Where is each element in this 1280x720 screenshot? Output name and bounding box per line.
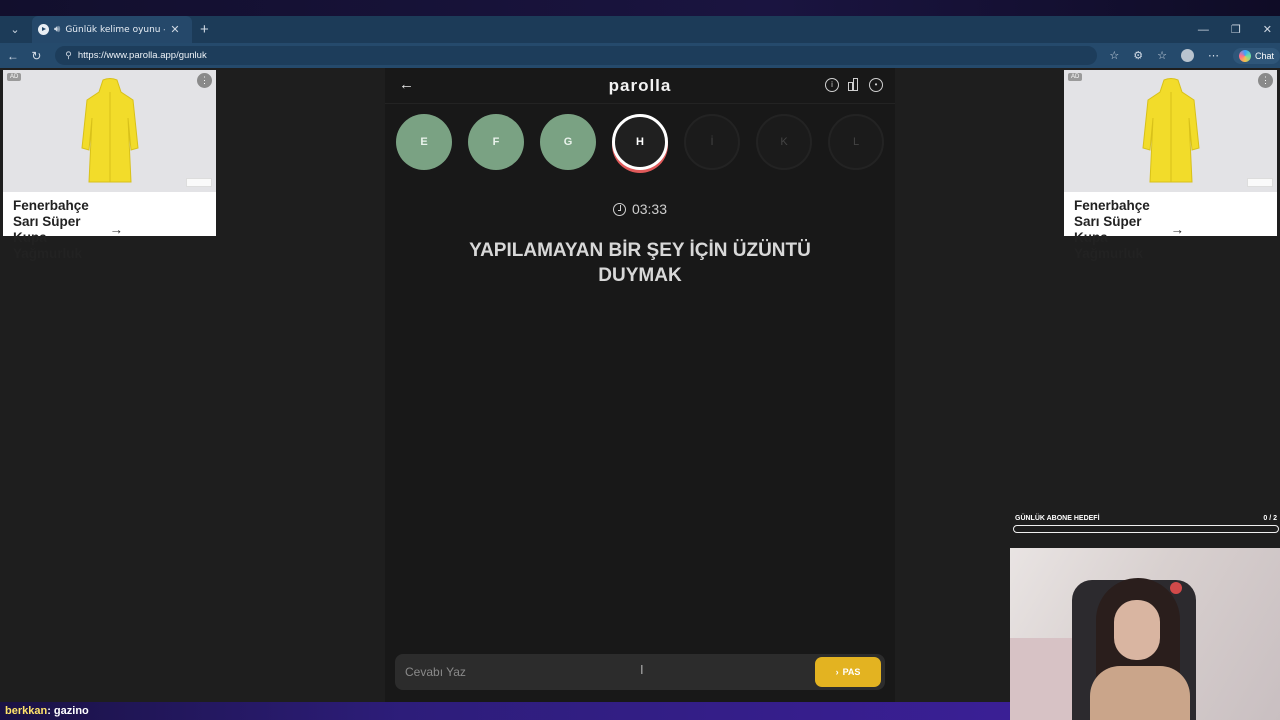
- pass-button-label: PAS: [842, 667, 861, 677]
- raincoat-image: [81, 78, 139, 183]
- pass-button[interactable]: › PAS: [815, 657, 881, 687]
- webcam-feed: [1010, 548, 1280, 720]
- letter-circle: H: [612, 114, 668, 170]
- ad-image: AD ⋮: [1064, 70, 1277, 192]
- game-header: ← parolla i •: [385, 68, 895, 104]
- ad-right[interactable]: AD ⋮ Fenerbahçe Sarı Süper Kupa Yağmurlu…: [1064, 70, 1277, 261]
- url-text: https://www.parolla.app/gunluk: [77, 50, 207, 61]
- minimize-icon[interactable]: —: [1198, 24, 1209, 36]
- copilot-chat-button[interactable]: Chat: [1232, 47, 1280, 64]
- tab-close-icon[interactable]: ✕: [170, 23, 179, 36]
- arrow-right-icon[interactable]: →: [1171, 222, 1268, 238]
- chat-username: berkkan: [5, 705, 48, 717]
- stream-top-strip: [0, 0, 1280, 16]
- ad-caption[interactable]: Fenerbahçe Sarı Süper Kupa Yağmurluk →: [1064, 192, 1277, 268]
- timer-value: 03:33: [631, 201, 668, 217]
- ad-badge: AD: [1068, 73, 1083, 81]
- favorite-star-icon[interactable]: ☆: [1109, 49, 1119, 62]
- ad-image: AD ⋮: [3, 70, 216, 192]
- goal-label: GÜNLÜK ABONE HEDEFİ: [1015, 515, 1100, 522]
- letter-circle: G: [540, 114, 596, 170]
- arrow-right-icon[interactable]: →: [110, 222, 207, 238]
- text-cursor-icon: I: [640, 662, 644, 677]
- ad-left[interactable]: AD ⋮ Fenerbahçe Sarı Süper Kupa Yağmurlu…: [3, 70, 216, 261]
- window-controls: — ❐ ✕: [1198, 16, 1272, 43]
- user-icon[interactable]: •: [869, 78, 883, 92]
- ad-title: Fenerbahçe Sarı Süper Kupa Yağmurluk: [1074, 198, 1150, 261]
- raincoat-image: [1142, 78, 1200, 183]
- new-tab-button[interactable]: +: [200, 21, 209, 38]
- letter-circle: İ: [684, 114, 740, 170]
- site-info-icon[interactable]: ⚲: [65, 50, 72, 61]
- tab-favicon-play-icon: [38, 24, 49, 35]
- header-icons: i •: [825, 78, 883, 92]
- brand-logo: [1247, 178, 1273, 187]
- ad-options-icon[interactable]: ⋮: [1258, 73, 1273, 88]
- more-menu-icon[interactable]: ⋯: [1208, 49, 1219, 62]
- answer-input[interactable]: [405, 665, 785, 679]
- copilot-icon: [1238, 49, 1251, 62]
- clock-icon: [612, 202, 626, 216]
- tab-title: Günlük kelime oyunu - parol...: [65, 24, 165, 35]
- toolbar-right-icons: ☆ ⚙ ☆ ⋯ Chat: [1109, 47, 1280, 64]
- extensions-icon[interactable]: ⚙: [1133, 49, 1143, 62]
- profile-avatar[interactable]: [1180, 49, 1194, 62]
- question-text: YAPILAMAYAN BİR ŞEY İÇİN ÜZÜNTÜ DUYMAK: [469, 240, 811, 286]
- ad-caption[interactable]: Fenerbahçe Sarı Süper Kupa Yağmurluk →: [3, 192, 216, 268]
- address-bar[interactable]: ⚲ https://www.parolla.app/gunluk: [55, 46, 1098, 65]
- goal-progress-bar: [1013, 525, 1279, 533]
- maximize-icon[interactable]: ❐: [1231, 23, 1241, 36]
- game-panel: ← parolla i • EFGHİKL 03:33 YAPILAMAYAN …: [385, 68, 895, 702]
- back-arrow-icon[interactable]: ←: [399, 76, 414, 93]
- favorites-list-icon[interactable]: ☆: [1157, 49, 1167, 62]
- ad-options-icon[interactable]: ⋮: [197, 73, 212, 88]
- chat-ticker: berkkan : gazino: [0, 702, 1010, 720]
- browser-tab[interactable]: 🔊︎ Günlük kelime oyunu - parol... ✕: [32, 16, 192, 43]
- info-icon[interactable]: i: [825, 78, 839, 92]
- browser-toolbar: ← ↻ ⚲ https://www.parolla.app/gunluk ☆ ⚙…: [0, 43, 1280, 68]
- goal-count: 0 / 2: [1263, 515, 1277, 522]
- ad-badge: AD: [7, 73, 22, 81]
- chat-button-label: Chat: [1254, 50, 1274, 61]
- letter-tracker: EFGHİKL: [396, 114, 884, 170]
- chat-message: : gazino: [47, 705, 89, 717]
- game-logo: parolla: [608, 75, 672, 95]
- ad-title: Fenerbahçe Sarı Süper Kupa Yağmurluk: [13, 198, 89, 261]
- letter-circle: K: [756, 114, 812, 170]
- window-close-icon[interactable]: ✕: [1263, 23, 1272, 36]
- letter-circle: L: [828, 114, 884, 170]
- subscriber-goal: GÜNLÜK ABONE HEDEFİ 0 / 2: [1013, 515, 1279, 539]
- reload-icon[interactable]: ↻: [26, 49, 48, 63]
- browser-tabbar: ⌄ 🔊︎ Günlük kelime oyunu - parol... ✕ + …: [0, 16, 1280, 43]
- speaker-icon[interactable]: 🔊︎: [54, 24, 60, 35]
- timer: 03:33: [385, 201, 895, 217]
- letter-circle: E: [396, 114, 452, 170]
- letter-circle: F: [468, 114, 524, 170]
- stats-icon[interactable]: [847, 78, 861, 92]
- tab-list-chevron-icon[interactable]: ⌄: [4, 20, 26, 40]
- back-arrow-icon[interactable]: ←: [2, 49, 24, 63]
- brand-logo: [186, 178, 212, 187]
- chevron-right-icon: ›: [835, 667, 839, 677]
